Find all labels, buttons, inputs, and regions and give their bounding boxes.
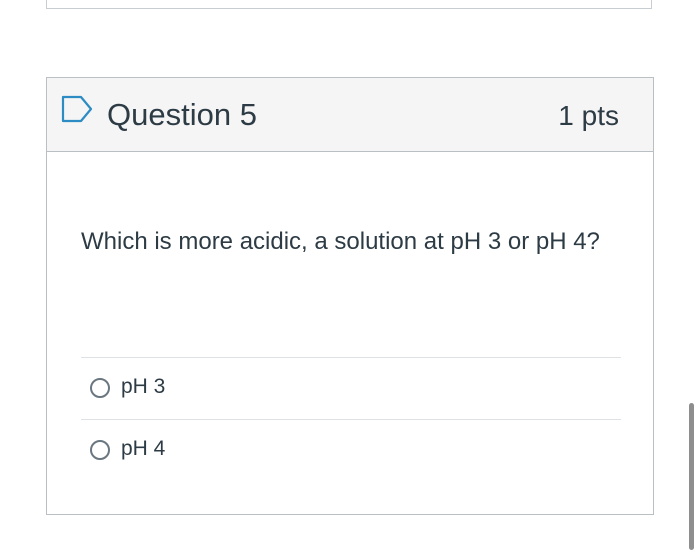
answer-label[interactable]: pH 3 [121,373,165,401]
vertical-scrollbar[interactable] [689,403,694,550]
radio-button-icon[interactable] [90,378,110,398]
question-card: Question 5 1 pts Which is more acidic, a… [46,77,654,515]
flag-question-icon[interactable] [60,94,94,124]
question-header: Question 5 1 pts [47,78,653,152]
previous-question-card [46,0,652,9]
question-title: Question 5 [107,97,257,132]
question-points: 1 pts [558,100,619,131]
answer-list: pH 3 pH 4 [81,357,621,481]
radio-button-icon[interactable] [90,440,110,460]
question-text: Which is more acidic, a solution at pH 3… [81,228,600,255]
answer-label[interactable]: pH 4 [121,435,165,463]
answer-option[interactable]: pH 3 [81,357,621,419]
answer-option[interactable]: pH 4 [81,419,621,481]
quiz-page: Question 5 1 pts Which is more acidic, a… [0,0,700,550]
